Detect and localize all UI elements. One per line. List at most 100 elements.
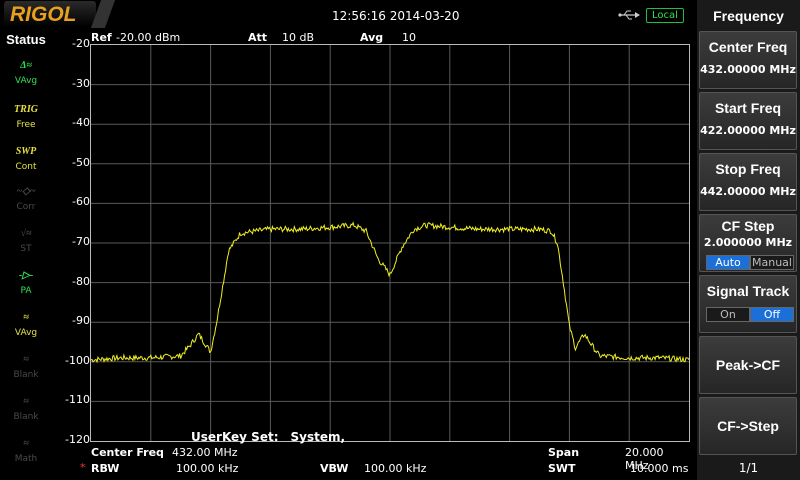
status-item-label: Cont [15,162,37,172]
y-tick-label: -30 [72,76,90,90]
status-title: Status [6,32,46,47]
status-item-label: Math [14,454,38,464]
status-item-label: VAvg [14,76,38,86]
datetime: 12:56:16 2014-03-20 [332,9,460,23]
center-freq-value: 432.00 MHz [172,446,238,459]
spectrum-plot [91,45,689,441]
swt-label: SWT [548,462,576,475]
stop-freq-softkey-label: Stop Freq [715,161,781,177]
status-item-label: Blank [13,412,39,422]
swt-value: 10.000 ms [630,462,689,475]
status-item-label: ST [20,244,32,254]
status-item-free: TRIG Free [8,100,44,136]
status-item-st: √≈ ST [8,224,44,260]
status-item-vavg: ≈ VAvg [8,308,44,344]
y-tick-label: -20 [72,37,90,50]
status-panel: Status Δ≈ VAvg TRIG Free SWP Cont ~◇~ Corr √≈ ST -… [0,30,52,480]
status-item-icon: TRIG [14,104,38,115]
menu-title: Frequency [713,8,784,24]
y-tick-label: -110 [65,393,90,407]
vbw-label: VBW [320,462,349,475]
status-item-blank: ≈ Blank [8,350,44,386]
status-item-icon: Δ≈ [20,60,32,71]
top-bar: RIGOL 12:56:16 2014-03-20 Local [0,0,697,30]
page-indicator: 1/1 [738,461,759,475]
cf-step-auto-option[interactable]: Auto [706,255,750,270]
bottom-info: Center Freq 432.00 MHz Span 20.000 MHz *… [80,444,690,478]
signal-track-softkey[interactable]: Signal Track On Off [699,275,797,333]
att-value: 10 dB [282,31,315,44]
y-tick-label: -120 [65,433,90,446]
ref-value: -20.00 dBm [116,31,181,44]
rbw-value: 100.00 kHz [176,462,239,475]
cf-step-softkey[interactable]: CF Step 2.000000 MHz Auto Manual [699,214,797,272]
status-item-icon: -▷- [18,270,34,281]
start-freq-softkey-value: 422.00000 MHz [700,124,796,137]
signal-track-toggle[interactable]: On Off [706,307,794,322]
userkey-label: UserKey Set: [191,430,279,444]
center-freq-softkey[interactable]: Center Freq 432.00000 MHz [699,31,797,89]
frequency-menu: Frequency Center Freq 432.00000 MHz Star… [697,0,800,480]
status-item-icon: ≈ [23,354,29,365]
status-item-icon: SWP [15,146,37,157]
avg-label: Avg [360,31,384,44]
status-item-blank: ≈ Blank [8,392,44,428]
logo-text: RIGOL [10,3,77,26]
rbw-marker: * [80,461,86,474]
status-item-label: Corr [16,202,36,212]
status-item-vavg: Δ≈ VAvg [8,56,44,92]
status-item-label: Free [16,120,36,130]
status-item-cont: SWP Cont [8,142,44,178]
cf-step-manual-option[interactable]: Manual [750,255,794,270]
att-label: Att [248,31,268,44]
userkey-note: UserKey Set: System, [191,430,345,444]
ref-label: Ref [91,31,112,44]
signal-track-on-option[interactable]: On [706,307,750,322]
cf-step-softkey-value: 2.000000 MHz [703,236,793,249]
y-tick-label: -90 [72,314,90,328]
status-item-icon: ~◇~ [16,186,36,197]
status-item-icon: ≈ [23,396,29,407]
local-badge: Local [646,8,684,23]
center-freq-label: Center Freq [91,446,164,459]
spectrum-display: Ref -20.00 dBm Att 10 dB Avg 10 -20 -30 -4… [52,30,697,480]
y-tick-label: -70 [72,235,90,248]
status-item-icon: ≈ [23,438,29,449]
peak-cf-softkey-label: Peak->CF [715,357,781,373]
usb-icon [618,10,640,20]
cf-step-softkey-label: CF Step [721,218,775,234]
center-freq-softkey-value: 432.00000 MHz [700,63,796,76]
y-tick-label: -40 [72,116,90,130]
y-tick-label: -50 [72,155,90,169]
status-item-math: ≈ Math [8,434,44,470]
ref-row: Ref -20.00 dBm Att 10 dB Avg 10 [90,30,690,44]
y-tick-label: -80 [72,274,90,288]
vbw-value: 100.00 kHz [364,462,427,475]
plot-area[interactable]: UserKey Set: System, [90,44,690,444]
peak-cf-softkey[interactable]: Peak->CF [699,336,797,394]
signal-track-softkey-label: Signal Track [706,283,790,299]
center-freq-softkey-label: Center Freq [708,39,788,55]
rbw-label: RBW [91,462,120,475]
cf-step-key-softkey-label: CF->Step [717,418,779,434]
start-freq-softkey-label: Start Freq [714,100,782,116]
status-item-label: PA [20,286,32,296]
stop-freq-softkey[interactable]: Stop Freq 442.00000 MHz [699,153,797,211]
status-item-label: Blank [13,370,39,380]
status-item-icon: √≈ [20,228,32,239]
avg-value: 10 [402,31,416,44]
rigol-logo: RIGOL [4,1,96,27]
stop-freq-softkey-value: 442.00000 MHz [700,185,796,198]
y-tick-label: -100 [65,353,90,367]
span-label: Span [548,446,580,459]
cf-step-key-softkey[interactable]: CF->Step [699,397,797,455]
status-item-pa: -▷- PA [8,266,44,302]
signal-track-off-option[interactable]: Off [750,307,794,322]
status-item-icon: ≈ [23,312,29,323]
y-tick-label: -60 [72,195,90,209]
userkey-value: System, [290,430,346,444]
status-item-corr: ~◇~ Corr [8,182,44,218]
status-item-label: VAvg [14,328,38,338]
start-freq-softkey[interactable]: Start Freq 422.00000 MHz [699,92,797,150]
cf-step-mode-toggle[interactable]: Auto Manual [706,255,794,270]
